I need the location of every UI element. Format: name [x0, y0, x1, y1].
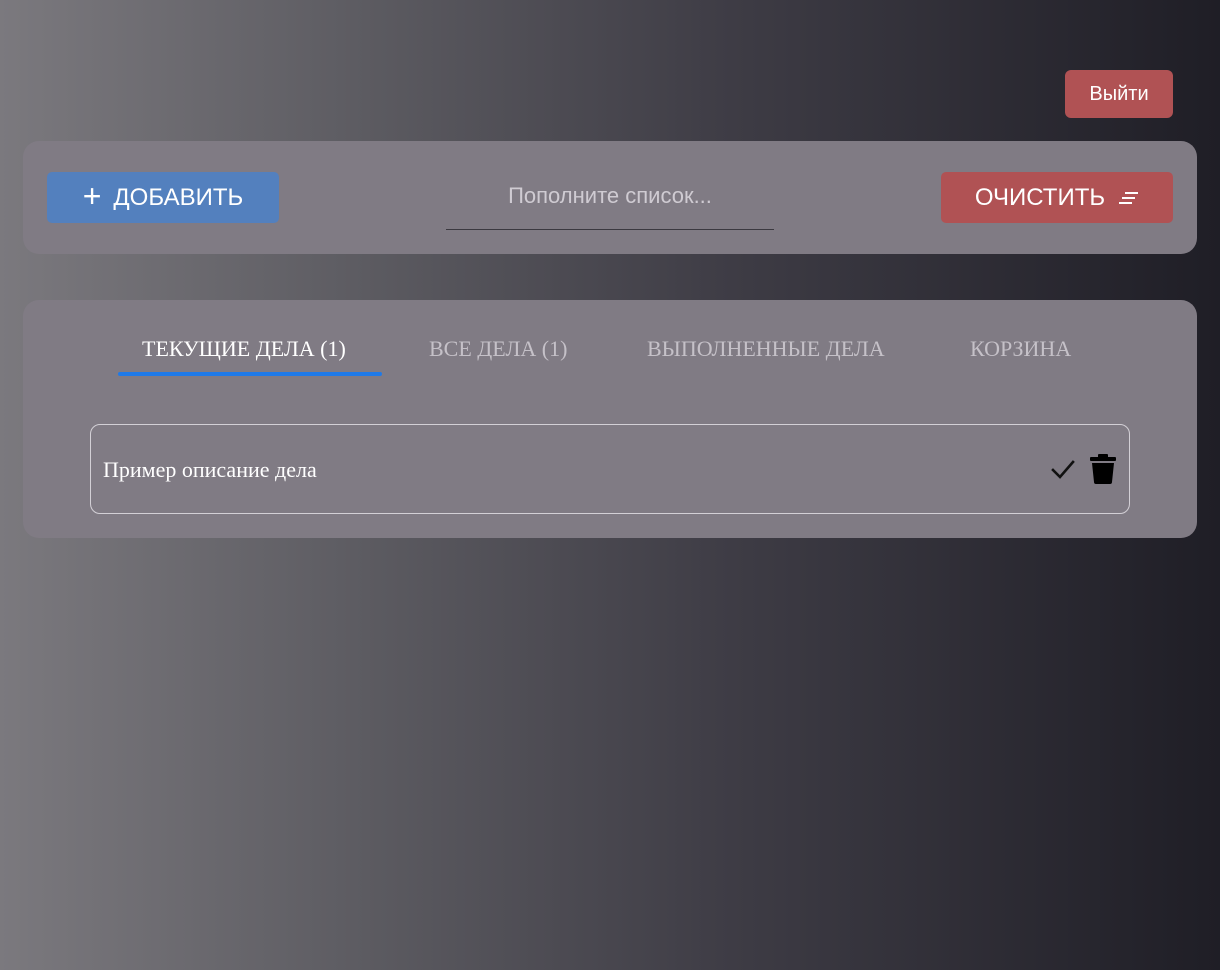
task-text: Пример описание дела [103, 457, 317, 482]
tab-trash[interactable]: КОРЗИНА [970, 336, 1071, 362]
logout-button[interactable]: Выйти [1065, 70, 1173, 118]
add-button[interactable]: + ДОБАВИТЬ [47, 172, 279, 223]
clear-list-icon [1119, 191, 1139, 204]
check-icon[interactable] [1050, 456, 1076, 482]
clear-button-label: ОЧИСТИТЬ [974, 183, 1106, 211]
active-tab-indicator [118, 372, 382, 376]
task-input[interactable] [446, 167, 774, 225]
toolbar-panel: + ДОБАВИТЬ ОЧИСТИТЬ [23, 141, 1197, 254]
add-button-label: ДОБАВИТЬ [113, 183, 244, 211]
tab-all[interactable]: ВСЕ ДЕЛА (1) [429, 336, 567, 362]
plus-icon: + [82, 178, 102, 214]
task-input-wrapper [446, 167, 774, 230]
tabs-bar: ТЕКУЩИЕ ДЕЛА (1) ВСЕ ДЕЛА (1) ВЫПОЛНЕННЫ… [23, 300, 1197, 380]
tab-completed[interactable]: ВЫПОЛНЕННЫЕ ДЕЛА [647, 336, 885, 362]
clear-button[interactable]: ОЧИСТИТЬ [941, 172, 1173, 223]
tab-current[interactable]: ТЕКУЩИЕ ДЕЛА (1) [142, 336, 346, 362]
trash-icon[interactable] [1089, 454, 1117, 484]
task-item: Пример описание дела [90, 424, 1130, 514]
tasks-panel: ТЕКУЩИЕ ДЕЛА (1) ВСЕ ДЕЛА (1) ВЫПОЛНЕННЫ… [23, 300, 1197, 538]
